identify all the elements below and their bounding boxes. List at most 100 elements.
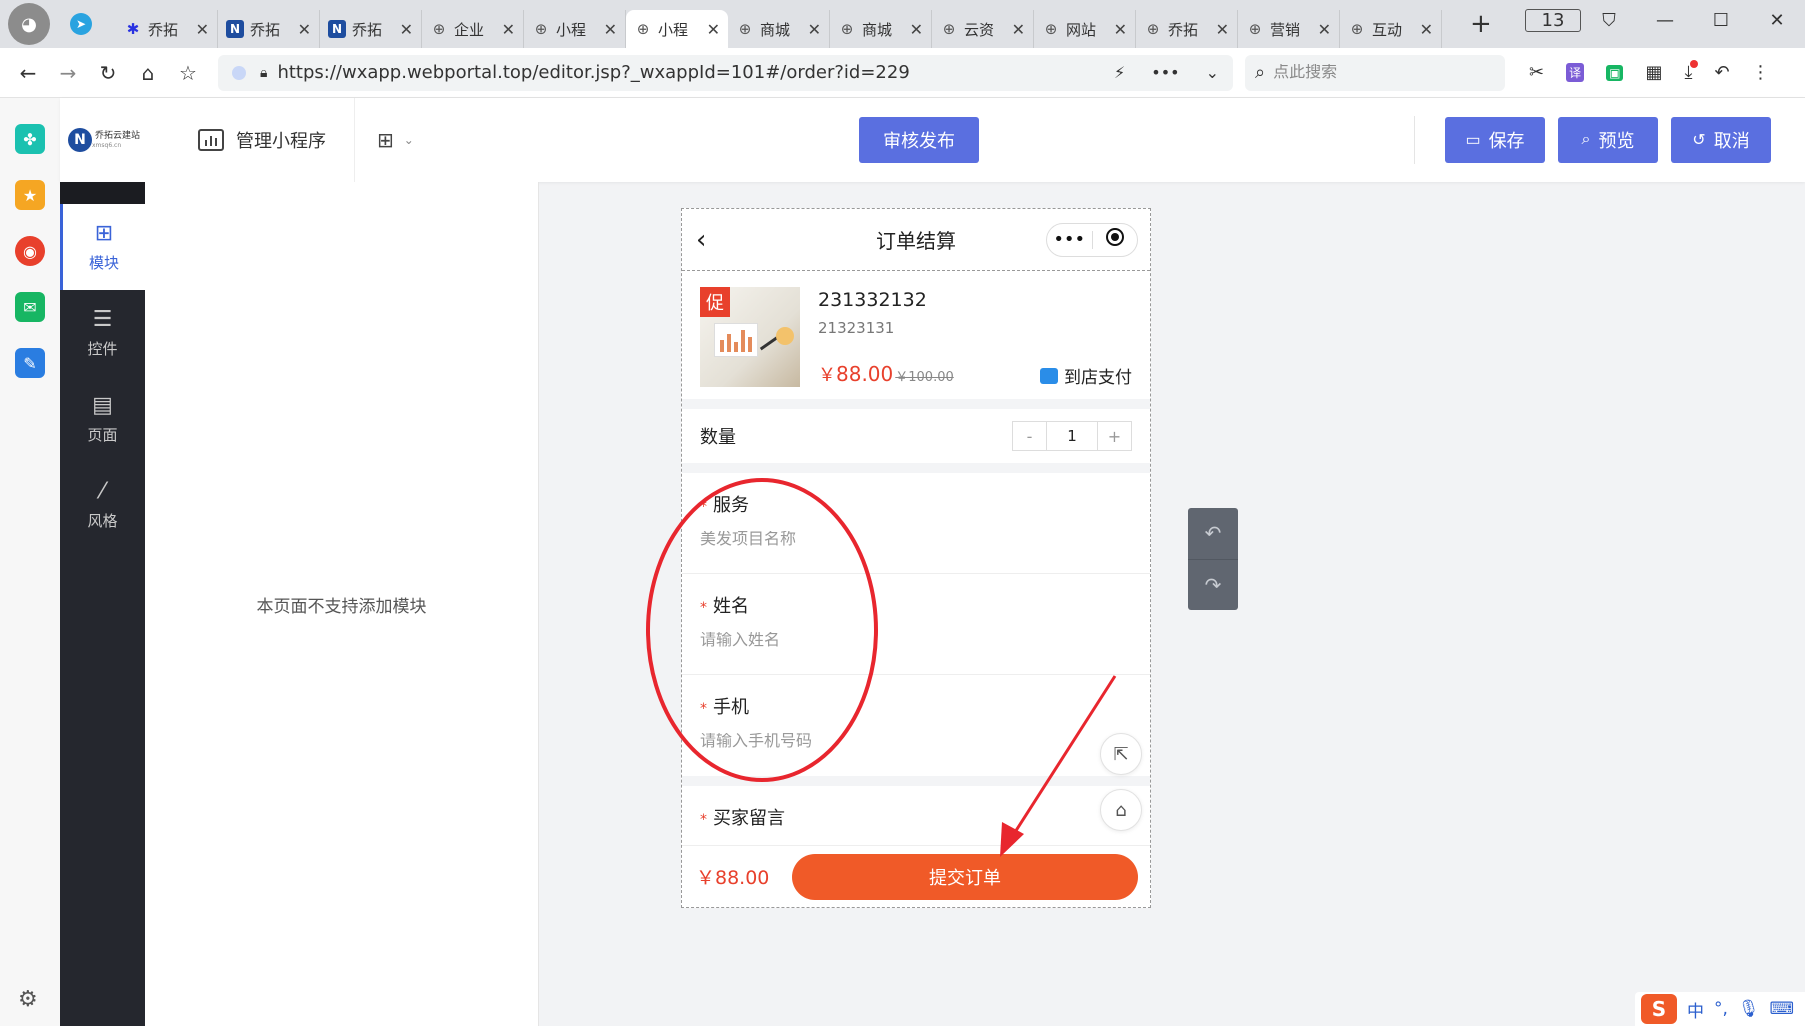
more-dots-icon[interactable]: ••• <box>1047 229 1092 250</box>
n-logo-icon: N <box>328 20 346 38</box>
undo-history-icon[interactable]: ↶ <box>1714 62 1729 83</box>
quantity-minus-button[interactable]: - <box>1013 422 1046 450</box>
module-panel-message: 本页面不支持添加模块 <box>256 596 427 617</box>
browser-avatar-icon[interactable]: ◕ <box>8 3 50 45</box>
browser-tab[interactable]: ⊕ 商城 ✕ <box>830 10 932 48</box>
tab-close-icon[interactable]: ✕ <box>196 20 209 39</box>
reload-icon[interactable]: ↻ <box>88 61 128 85</box>
browser-tab[interactable]: ⊕ 云资 ✕ <box>932 10 1034 48</box>
vertical-more-icon[interactable]: ⋮ <box>1752 62 1770 83</box>
sidebar-item-pages[interactable]: ▤ 页面 <box>60 376 145 462</box>
sidebar-item-modules[interactable]: ⊞ 模块 <box>60 204 145 290</box>
sidebar-item-controls[interactable]: ☰ 控件 <box>60 290 145 376</box>
tab-count-button[interactable]: 13 <box>1525 8 1581 32</box>
browser-tab[interactable]: ⊕ 小程 ✕ <box>524 10 626 48</box>
more-dots-icon[interactable]: ••• <box>1151 63 1179 82</box>
browser-tab[interactable]: ⊕ 营销 ✕ <box>1238 10 1340 48</box>
tab-close-icon[interactable]: ✕ <box>298 20 311 39</box>
quantity-value[interactable]: 1 <box>1046 422 1098 450</box>
back-chevron-icon[interactable]: ‹ <box>696 225 706 255</box>
name-input[interactable] <box>700 632 1132 650</box>
telegram-icon[interactable]: ➤ <box>70 13 92 35</box>
scissors-icon[interactable]: ✂ <box>1529 62 1544 83</box>
back-icon[interactable]: ← <box>8 61 48 85</box>
close-capsule-icon[interactable] <box>1093 228 1138 251</box>
browser-tab[interactable]: N 乔拓 ✕ <box>218 10 320 48</box>
share-icon[interactable]: ⇱ <box>1100 733 1142 775</box>
microphone-icon[interactable]: 🎙︎ <box>1738 999 1760 1019</box>
apps-grid-icon[interactable]: ▦ <box>1645 62 1662 83</box>
publish-button[interactable]: 审核发布 <box>859 117 979 163</box>
tab-close-icon[interactable]: ✕ <box>502 20 515 39</box>
book-icon[interactable]: ▣ <box>1606 64 1624 81</box>
home-icon[interactable]: ⌂ <box>128 61 168 85</box>
browser-tab[interactable]: ⊕ 企业 ✕ <box>422 10 524 48</box>
browser-tab[interactable]: ⊕ 乔拓 ✕ <box>1136 10 1238 48</box>
tab-close-icon[interactable]: ✕ <box>1420 20 1433 39</box>
download-icon[interactable]: ⤓ <box>1684 60 1699 83</box>
quantity-plus-button[interactable]: + <box>1098 422 1131 450</box>
manage-miniprogram-link[interactable]: 管理小程序 <box>198 98 355 182</box>
browser-search-box[interactable]: ⌕ <box>1245 54 1505 91</box>
page-layout-icon: ▤ <box>92 393 113 418</box>
url-field[interactable]: 🔒︎ https://wxapp.webportal.top/editor.js… <box>218 54 1233 91</box>
browser-tab[interactable]: ⊕ 商城 ✕ <box>728 10 830 48</box>
settings-gear-icon[interactable]: ⚙ <box>18 987 38 1012</box>
undo-redo-toolbar: ↶ ↷ <box>1188 508 1238 610</box>
chevron-down-icon[interactable]: ⌄ <box>1206 63 1219 82</box>
tab-close-icon[interactable]: ✕ <box>604 20 617 39</box>
redo-icon[interactable]: ↷ <box>1188 560 1238 611</box>
home-icon[interactable]: ⌂ <box>1100 789 1142 831</box>
undo-icon[interactable]: ↶ <box>1188 508 1238 560</box>
site-logo[interactable]: N 乔拓云建站 xmsq6.cn <box>68 128 178 152</box>
service-input[interactable] <box>700 531 1132 549</box>
tab-close-icon[interactable]: ✕ <box>1216 20 1229 39</box>
lock-icon: 🔒︎ <box>260 64 268 81</box>
forward-icon[interactable]: → <box>48 61 88 85</box>
tab-close-icon[interactable]: ✕ <box>400 20 413 39</box>
keyboard-icon[interactable]: ⌨ <box>1770 999 1795 1019</box>
tab-close-icon[interactable]: ✕ <box>1318 20 1331 39</box>
site-info-icon[interactable] <box>232 65 246 80</box>
tab-close-icon[interactable]: ✕ <box>707 20 720 39</box>
shirt-skin-icon[interactable]: ⛉ <box>1581 10 1637 31</box>
favorite-star-icon[interactable]: ☆ <box>168 61 208 85</box>
translate-icon[interactable]: 译 <box>1566 63 1585 82</box>
notes-icon[interactable]: ✎ <box>15 348 45 378</box>
browser-tab[interactable]: ⊕ 互动 ✕ <box>1340 10 1442 48</box>
cancel-button[interactable]: ↺ 取消 <box>1671 117 1771 163</box>
qrcode-dropdown[interactable]: ⊞ ⌄ <box>377 128 414 152</box>
lightning-icon[interactable]: ⚡︎ <box>1114 63 1125 82</box>
browser-search-input[interactable] <box>1273 63 1474 82</box>
browser-tab[interactable]: ⊕ 网站 ✕ <box>1034 10 1136 48</box>
clover-app-icon[interactable]: ✤ <box>15 124 45 154</box>
bar-chart-icon <box>198 129 224 151</box>
quantity-stepper: - 1 + <box>1012 421 1132 451</box>
browser-sidebar: ✤ ★ ◉ ✉ ✎ ⚙ <box>0 98 60 1026</box>
globe-icon: ⊕ <box>1350 20 1364 38</box>
browser-tab[interactable]: N 乔拓 ✕ <box>320 10 422 48</box>
new-tab-button[interactable]: + <box>1470 9 1492 39</box>
tab-close-icon[interactable]: ✕ <box>808 20 821 39</box>
ime-punct[interactable]: °, <box>1714 999 1728 1019</box>
tab-close-icon[interactable]: ✕ <box>910 20 923 39</box>
tab-close-icon[interactable]: ✕ <box>1012 20 1025 39</box>
weibo-icon[interactable]: ◉ <box>15 236 45 266</box>
favorites-star-icon[interactable]: ★ <box>15 180 45 210</box>
browser-tab-active[interactable]: ⊕ 小程 ✕ <box>626 10 728 48</box>
maximize-icon[interactable]: ☐ <box>1693 10 1749 31</box>
submit-order-button[interactable]: 提交订单 <box>792 853 1138 900</box>
sidebar-item-style[interactable]: ⁄ 风格 <box>60 462 145 548</box>
mail-icon[interactable]: ✉ <box>15 292 45 322</box>
preview-button[interactable]: ⌕ 预览 <box>1558 117 1658 163</box>
minimize-icon[interactable]: — <box>1637 10 1693 31</box>
browser-tab[interactable]: ✱ 乔拓 ✕ <box>116 10 218 48</box>
close-window-icon[interactable]: ✕ <box>1749 10 1805 31</box>
sogou-ime-icon[interactable]: S <box>1641 994 1677 1024</box>
ime-mode[interactable]: 中 <box>1687 997 1704 1022</box>
chevron-down-icon: ⌄ <box>403 133 414 147</box>
save-button[interactable]: ▭ 保存 <box>1445 117 1545 163</box>
tab-close-icon[interactable]: ✕ <box>1114 20 1127 39</box>
globe-icon: ⊕ <box>534 20 548 38</box>
phone-input[interactable] <box>700 733 1132 751</box>
